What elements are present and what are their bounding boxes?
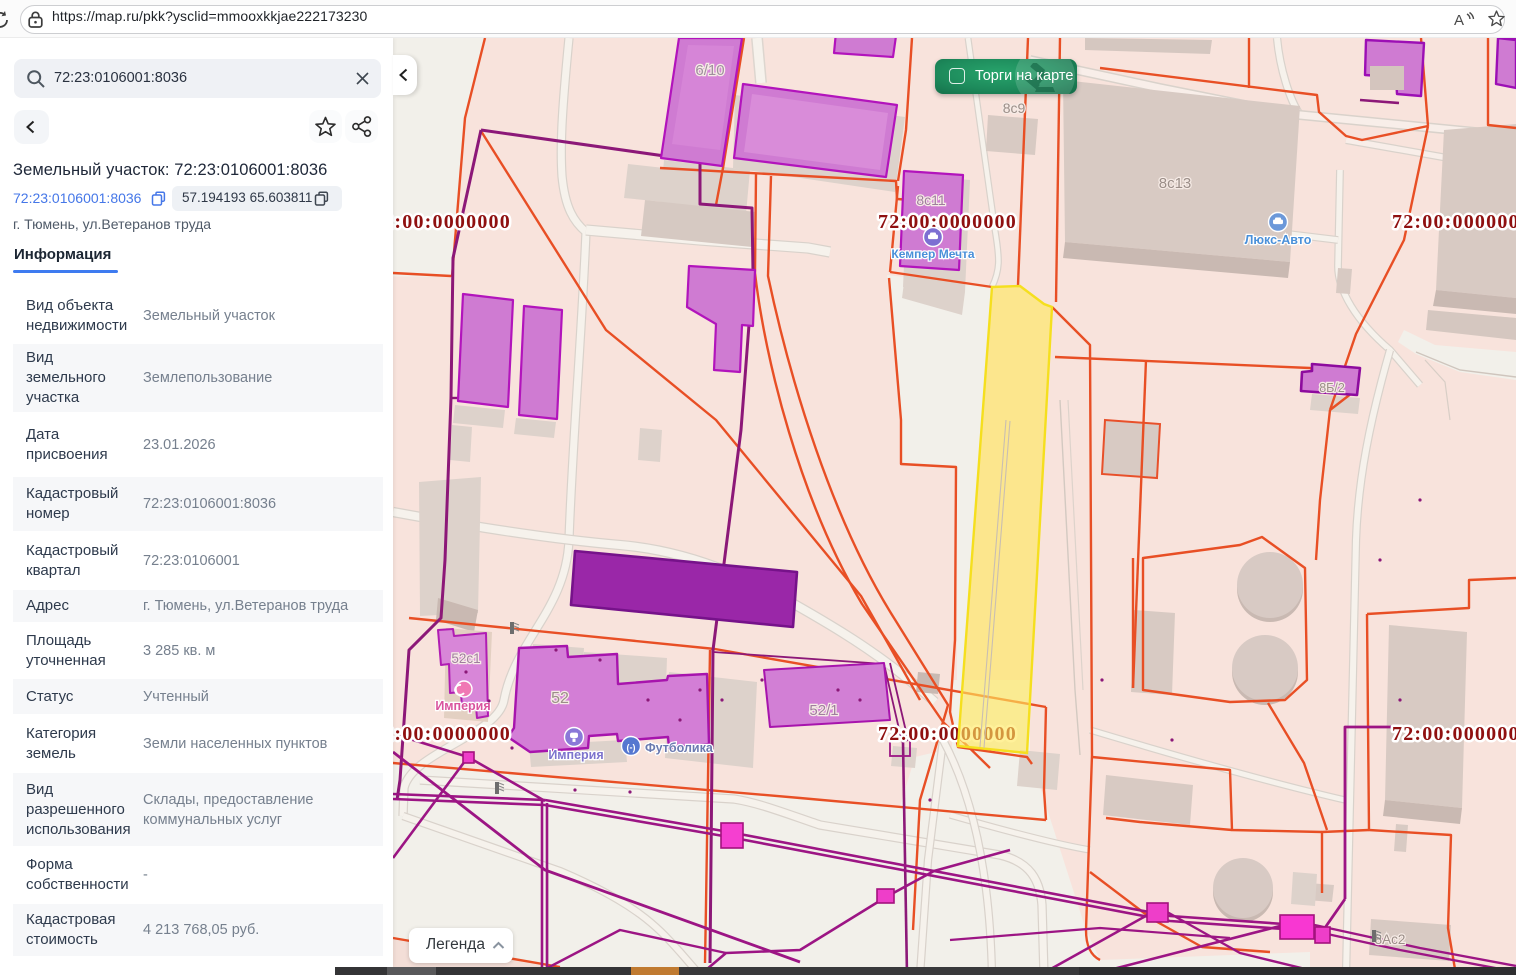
svg-text:Империя: Империя xyxy=(548,748,603,762)
svg-text:72:00:0000000: 72:00:0000000 xyxy=(878,211,1017,233)
svg-text:72:00:0000000: 72:00:0000000 xyxy=(1392,723,1516,745)
svg-text:Футболика: Футболика xyxy=(645,741,714,755)
svg-text:Люкс-Авто: Люкс-Авто xyxy=(1245,233,1312,247)
svg-text:52: 52 xyxy=(551,690,569,707)
svg-text:Империя: Империя xyxy=(435,699,490,713)
svg-text:Кемпер Мечта: Кемпер Мечта xyxy=(891,247,975,261)
svg-text:72:00:0000000: 72:00:0000000 xyxy=(1392,211,1516,233)
svg-text:6/10: 6/10 xyxy=(695,62,724,79)
svg-text:8с13: 8с13 xyxy=(1159,175,1192,192)
svg-text:(-): (-) xyxy=(627,743,636,753)
svg-text:8с9: 8с9 xyxy=(1003,100,1026,116)
svg-text:A: A xyxy=(1454,12,1464,28)
svg-text:52/1: 52/1 xyxy=(809,702,838,719)
svg-text:52с1: 52с1 xyxy=(451,651,480,666)
svg-text:8с11: 8с11 xyxy=(916,192,946,208)
svg-text:8Ас2: 8Ас2 xyxy=(1375,932,1406,947)
svg-text:8Б/2: 8Б/2 xyxy=(1319,381,1345,395)
